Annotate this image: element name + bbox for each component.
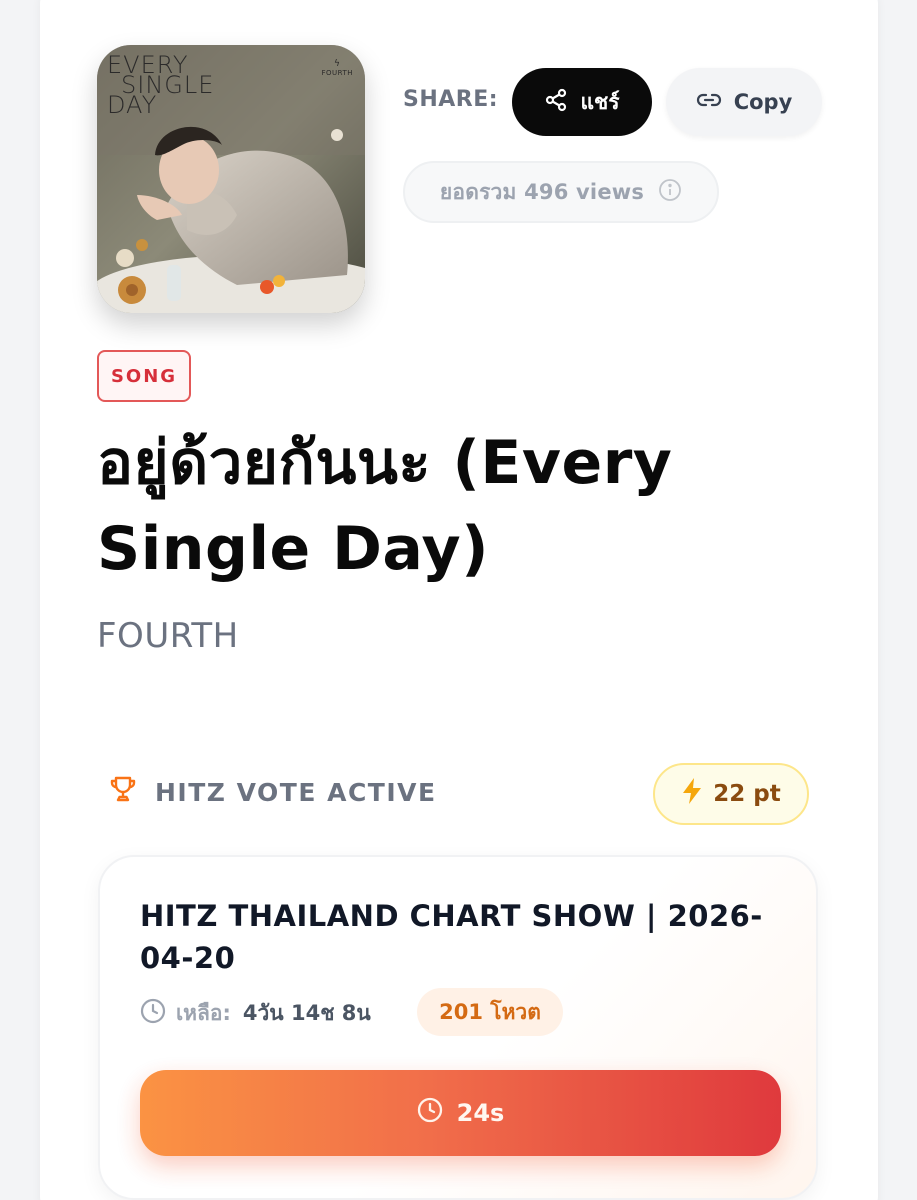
share-button[interactable]: แชร์	[512, 68, 652, 136]
clock-icon	[417, 1097, 443, 1129]
cooldown-timer: 24s	[456, 1099, 505, 1127]
views-count: ยอดรวม 496 views	[439, 179, 645, 204]
share-label: SHARE:	[403, 87, 499, 112]
share-icon	[544, 88, 568, 117]
chart-show-card: HITZ THAILAND CHART SHOW | 2026-04-20 เห…	[98, 855, 818, 1200]
clock-icon	[140, 998, 166, 1029]
info-icon[interactable]	[658, 178, 682, 207]
vote-count-badge: 201 โหวต	[417, 988, 563, 1036]
cover-title: EVERY SINGLE DAY	[107, 51, 215, 119]
artist-name[interactable]: FOURTH	[97, 616, 239, 656]
copy-link-button[interactable]: Copy	[666, 68, 822, 136]
vote-cooldown-button[interactable]: 24s	[140, 1070, 781, 1156]
song-title: อยู่ด้วยกันนะ (Every Single Day)	[97, 428, 673, 584]
trophy-icon	[107, 773, 139, 811]
share-button-label: แชร์	[580, 89, 620, 114]
link-icon	[696, 88, 722, 117]
time-remaining: เหลือ: 4วัน 14ช 8น	[140, 997, 371, 1030]
time-remaining-label: เหลือ:	[176, 1001, 231, 1025]
points-badge: 22 pt	[653, 763, 809, 825]
total-views-badge: ยอดรวม 496 views	[403, 161, 719, 223]
lightning-icon	[681, 777, 703, 811]
cover-brand-logo: ϟ FOURTH	[321, 59, 353, 77]
copy-button-label: Copy	[733, 90, 793, 114]
album-cover: EVERY SINGLE DAY ϟ FOURTH	[97, 45, 365, 313]
points-value: 22 pt	[713, 781, 781, 807]
vote-status-label: HITZ VOTE ACTIVE	[155, 777, 437, 807]
time-remaining-value: 4วัน 14ช 8น	[242, 1001, 371, 1025]
chart-show-title: HITZ THAILAND CHART SHOW | 2026-04-20	[140, 899, 763, 975]
content-type-badge: SONG	[97, 350, 191, 402]
vote-status: HITZ VOTE ACTIVE	[107, 773, 437, 811]
